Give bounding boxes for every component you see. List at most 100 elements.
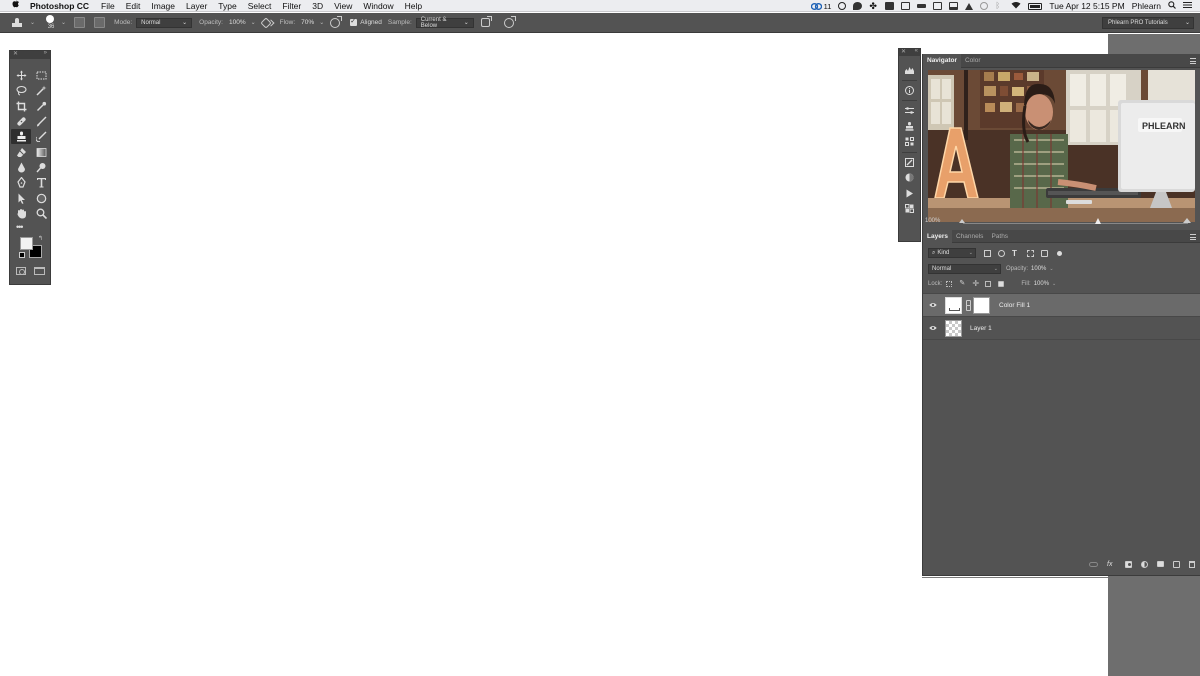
collapse-icon[interactable]: » [44,50,47,56]
dock-layer-comps[interactable] [899,201,920,217]
filter-adjustment-icon[interactable] [998,249,1005,257]
mask-link-icon[interactable] [965,300,971,311]
hand-tool[interactable] [11,206,31,221]
ignore-adjustment-layers-icon[interactable] [480,16,492,27]
flow-field[interactable]: 70% [299,18,316,28]
eject-icon[interactable] [965,2,974,10]
filter-kind-select[interactable]: ⌕ Kind ⌄ [928,248,976,258]
new-group-folder-icon[interactable] [1157,561,1164,567]
battery-icon[interactable] [1028,2,1043,10]
bluetooth-icon[interactable]: ᛒ [995,2,1004,10]
swap-colors-icon[interactable]: ↰ [38,235,43,242]
dodge-tool[interactable] [31,160,51,175]
navigator-zoom-field[interactable]: 100% [925,218,940,224]
sample-select[interactable]: Current & Below ⌄ [415,17,474,29]
screen-mode-icon[interactable] [34,266,45,275]
pen-tool[interactable] [11,175,31,190]
filter-shape-icon[interactable] [1027,249,1034,257]
add-mask-icon[interactable] [1125,560,1132,568]
dock-close-icon[interactable]: ✕ [901,48,906,55]
marquee-tool[interactable] [31,68,51,83]
wifi-icon[interactable] [1011,1,1021,11]
menu-image[interactable]: Image [151,0,175,12]
menu-layer[interactable]: Layer [186,0,207,12]
fill-field[interactable]: 100% [1034,281,1049,287]
spotlight-icon[interactable] [1168,1,1176,11]
layer-opacity-caret-icon[interactable]: ⌄ [1049,266,1053,272]
move-tool[interactable] [11,68,31,83]
navigator-zoom-slider-thumb[interactable] [1094,218,1101,224]
filter-toggle-icon[interactable] [1057,250,1062,256]
visibility-eye-icon[interactable] [928,325,938,331]
filter-type-icon[interactable]: T [1012,249,1020,257]
menu-window[interactable]: Window [363,0,393,12]
eyedropper-tool[interactable] [31,99,51,114]
fill-layer-thumbnail[interactable] [945,296,962,314]
history-brush-tool[interactable] [31,129,51,144]
notification-center-icon[interactable] [1183,1,1192,11]
magic-wand-tool[interactable] [31,83,51,98]
pressure-size-icon[interactable] [503,15,516,28]
record-icon[interactable] [838,2,847,10]
flow-slider-caret-icon[interactable]: ⌄ [319,19,324,26]
menu-3d[interactable]: 3D [312,0,323,12]
brush-settings-panel-icon[interactable] [74,17,86,28]
layer-row-color-fill[interactable]: Color Fill 1 [923,294,1200,317]
dock-adjustments[interactable] [899,134,920,150]
menu-help[interactable]: Help [405,0,422,12]
dropbox-icon[interactable] [885,2,895,10]
lock-image-icon[interactable]: ✎ [959,280,965,287]
filter-smart-object-icon[interactable] [1041,249,1048,257]
menu-filter[interactable]: Filter [282,0,301,12]
menubar-user[interactable]: Phlearn [1132,1,1161,11]
menu-view[interactable]: View [334,0,352,12]
filter-pixel-icon[interactable] [984,249,991,257]
lock-position-icon[interactable]: ✛ [972,279,979,287]
dock-brush-settings[interactable] [899,155,920,171]
dock-properties[interactable] [899,103,920,119]
apple-icon[interactable] [12,0,20,12]
brush-picker-caret-icon[interactable]: ⌄ [61,19,66,26]
opacity-field[interactable]: 100% [227,18,248,28]
visibility-eye-icon[interactable] [928,302,938,308]
tab-navigator[interactable]: Navigator [923,53,961,68]
eraser-tool[interactable] [11,144,31,159]
path-selection-tool[interactable] [11,190,31,205]
new-adjustment-layer-icon[interactable] [1141,560,1148,568]
dock-header[interactable]: ✕ « [899,48,920,56]
menu-file[interactable]: File [101,0,115,12]
tab-paths[interactable]: Paths [987,229,1012,243]
dock-histogram[interactable] [899,62,920,78]
healing-brush-tool[interactable] [11,114,31,129]
menu-edit[interactable]: Edit [126,0,141,12]
layers-panel-menu-icon[interactable] [1190,234,1196,240]
fan-icon[interactable]: ✤ [869,2,878,11]
dock-info[interactable] [899,83,920,99]
tab-layers[interactable]: Layers [923,229,952,243]
crop-tool[interactable] [11,99,31,114]
default-colors-icon[interactable] [19,251,25,258]
dock-clone-source[interactable] [899,119,920,135]
lock-transparent-icon[interactable] [946,280,953,287]
link-layers-icon[interactable] [1089,561,1098,567]
layer-style-fx-icon[interactable]: fx [1107,561,1116,568]
panel-menu-icon[interactable] [1190,58,1196,64]
tool-preset-caret-icon[interactable]: ⌄ [30,19,35,26]
tab-color[interactable]: Color [961,54,985,68]
clock-icon[interactable] [980,2,989,10]
new-layer-icon[interactable] [1173,560,1180,568]
dock-actions[interactable] [899,186,920,202]
aligned-checkbox[interactable] [350,17,358,26]
layer-opacity-field[interactable]: 100% [1031,266,1046,272]
delete-layer-trash-icon[interactable] [1189,560,1195,568]
zoom-in-icon[interactable] [1183,218,1191,223]
clone-source-panel-icon[interactable] [94,17,106,28]
navigator-preview-thumbnail[interactable]: PHLEARN [928,70,1195,222]
fill-caret-icon[interactable]: ⌄ [1052,281,1056,287]
close-icon[interactable]: ✕ [13,50,18,57]
zoom-tool[interactable] [31,206,51,221]
layer-mask-thumbnail[interactable] [973,296,990,314]
tools-panel-header[interactable]: ✕ » [10,50,50,59]
lasso-tool[interactable] [11,83,31,98]
dock-expand-icon[interactable]: « [915,48,918,54]
